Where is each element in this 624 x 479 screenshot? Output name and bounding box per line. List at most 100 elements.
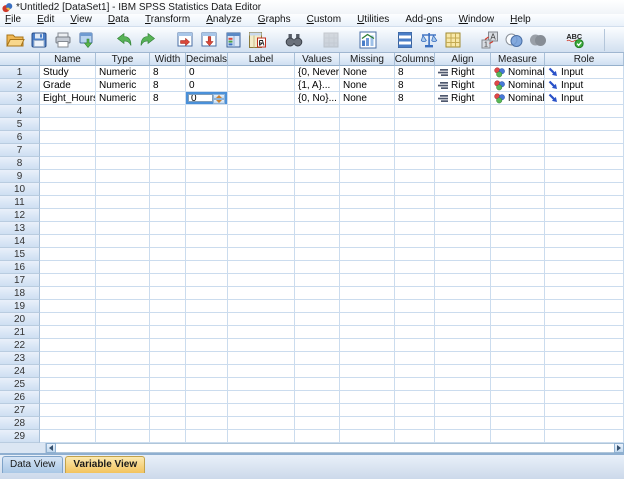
grid-cell-columns[interactable]: [395, 313, 435, 326]
grid-cell-columns[interactable]: [395, 209, 435, 222]
menu-item-edit[interactable]: Edit: [37, 14, 54, 26]
grid-cell-width[interactable]: [150, 157, 186, 170]
grid-cell-name[interactable]: [40, 209, 96, 222]
grid-cell-decimals[interactable]: [186, 118, 228, 131]
grid-cell-align[interactable]: [435, 170, 491, 183]
grid-cell-columns[interactable]: [395, 261, 435, 274]
toolbar-goto-case-button[interactable]: [173, 29, 197, 51]
grid-cell-columns[interactable]: [395, 352, 435, 365]
grid-cell-columns[interactable]: [395, 248, 435, 261]
grid-cell-decimals[interactable]: [186, 144, 228, 157]
grid-cell-missing[interactable]: [340, 144, 395, 157]
menu-item-graphs[interactable]: Graphs: [258, 14, 291, 26]
grid-cell-role[interactable]: [545, 144, 624, 157]
grid-cell-missing[interactable]: [340, 352, 395, 365]
menu-item-custom[interactable]: Custom: [307, 14, 341, 26]
grid-cell-type[interactable]: [96, 404, 150, 417]
grid-cell-label[interactable]: [228, 105, 295, 118]
grid-cell-align[interactable]: [435, 105, 491, 118]
grid-cell-missing[interactable]: [340, 378, 395, 391]
row-header[interactable]: 17: [0, 274, 40, 287]
grid-cell-columns[interactable]: [395, 274, 435, 287]
column-header-decimals[interactable]: Decimals: [186, 53, 228, 66]
tab-data-view[interactable]: Data View: [2, 456, 64, 473]
grid-cell-missing[interactable]: [340, 118, 395, 131]
grid-cell-role[interactable]: Input: [545, 92, 624, 105]
grid-cell-values[interactable]: [295, 170, 340, 183]
grid-cell-align[interactable]: [435, 157, 491, 170]
grid-cell-decimals[interactable]: [186, 157, 228, 170]
grid-cell-role[interactable]: [545, 170, 624, 183]
grid-cell-decimals[interactable]: [186, 235, 228, 248]
grid-cell-width[interactable]: [150, 105, 186, 118]
grid-cell-role[interactable]: [545, 287, 624, 300]
grid-cell-measure[interactable]: [491, 378, 545, 391]
grid-cell-measure[interactable]: [491, 118, 545, 131]
grid-cell-missing[interactable]: [340, 261, 395, 274]
grid-cell-decimals[interactable]: [186, 300, 228, 313]
row-header[interactable]: 28: [0, 417, 40, 430]
scrollbar-right-button[interactable]: [614, 443, 624, 453]
grid-cell-columns[interactable]: [395, 170, 435, 183]
grid-cell-decimals[interactable]: [186, 105, 228, 118]
row-header[interactable]: 16: [0, 261, 40, 274]
grid-cell-name[interactable]: Grade: [40, 79, 96, 92]
grid-cell-label[interactable]: [228, 391, 295, 404]
toolbar-find-button[interactable]: [282, 29, 306, 51]
grid-cell-values[interactable]: [295, 209, 340, 222]
grid-cell-measure[interactable]: Nominal: [491, 79, 545, 92]
row-header[interactable]: 2: [0, 79, 40, 92]
menu-item-data[interactable]: Data: [108, 14, 129, 26]
grid-cell-name[interactable]: [40, 313, 96, 326]
grid-cell-width[interactable]: [150, 118, 186, 131]
grid-cell-align[interactable]: [435, 183, 491, 196]
grid-cell-decimals[interactable]: 0: [186, 66, 228, 79]
grid-cell-values[interactable]: [295, 300, 340, 313]
grid-cell-label[interactable]: [228, 209, 295, 222]
grid-cell-align[interactable]: [435, 118, 491, 131]
grid-cell-missing[interactable]: [340, 209, 395, 222]
grid-cell-missing[interactable]: [340, 170, 395, 183]
grid-cell-values[interactable]: [295, 417, 340, 430]
grid-cell-decimals[interactable]: [186, 274, 228, 287]
grid-cell-width[interactable]: [150, 352, 186, 365]
grid-cell-role[interactable]: Input: [545, 66, 624, 79]
grid-cell-measure[interactable]: [491, 300, 545, 313]
grid-cell-label[interactable]: [228, 365, 295, 378]
toolbar-select-cases-button[interactable]: [441, 29, 465, 51]
grid-cell-missing[interactable]: [340, 196, 395, 209]
grid-cell-width[interactable]: [150, 183, 186, 196]
grid-cell-label[interactable]: [228, 326, 295, 339]
grid-cell-values[interactable]: {0, No}...: [295, 92, 340, 105]
grid-cell-role[interactable]: [545, 339, 624, 352]
row-header[interactable]: 29: [0, 430, 40, 443]
grid-cell-name[interactable]: [40, 248, 96, 261]
grid-cell-name[interactable]: [40, 131, 96, 144]
grid-cell-values[interactable]: [295, 222, 340, 235]
grid-cell-width[interactable]: [150, 391, 186, 404]
toolbar-goto-variable-button[interactable]: [197, 29, 221, 51]
grid-cell-label[interactable]: [228, 157, 295, 170]
grid-cell-role[interactable]: [545, 222, 624, 235]
menu-item-transform[interactable]: Transform: [145, 14, 190, 26]
grid-cell-type[interactable]: [96, 300, 150, 313]
grid-cell-missing[interactable]: [340, 365, 395, 378]
grid-cell-type[interactable]: [96, 209, 150, 222]
grid-cell-name[interactable]: [40, 118, 96, 131]
grid-cell-name[interactable]: [40, 287, 96, 300]
grid-cell-align[interactable]: Right: [435, 92, 491, 105]
grid-cell-values[interactable]: {0, Never}...: [295, 66, 340, 79]
grid-cell-columns[interactable]: [395, 430, 435, 443]
grid-cell-align[interactable]: [435, 261, 491, 274]
menu-item-file[interactable]: File: [5, 14, 21, 26]
column-header-missing[interactable]: Missing: [340, 53, 395, 66]
grid-cell-align[interactable]: [435, 352, 491, 365]
grid-cell-name[interactable]: [40, 378, 96, 391]
grid-cell-label[interactable]: [228, 92, 295, 105]
grid-cell-role[interactable]: [545, 118, 624, 131]
grid-cell-label[interactable]: [228, 118, 295, 131]
grid-cell-columns[interactable]: [395, 417, 435, 430]
grid-cell-name[interactable]: [40, 222, 96, 235]
grid-cell-missing[interactable]: [340, 430, 395, 443]
grid-cell-name[interactable]: [40, 157, 96, 170]
